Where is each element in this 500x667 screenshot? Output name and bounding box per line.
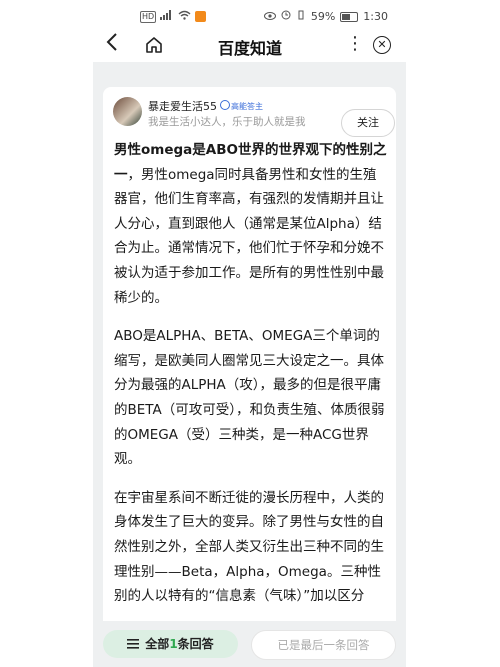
answer-count: 1	[169, 637, 178, 651]
all-answers-prefix: 全部	[145, 637, 170, 651]
wifi-icon	[178, 10, 191, 23]
all-answers-button[interactable]: 全部1条回答	[103, 630, 238, 658]
expert-badge: 高能答主	[220, 100, 263, 112]
answer-body: 男性omega是ABO世界的世界观下的性别之一，男性omega同时具备男性和女性…	[114, 138, 389, 623]
hd-icon: HD	[140, 10, 157, 23]
badge-text: 高能答主	[231, 102, 263, 111]
clock: 1:30	[363, 10, 388, 23]
paragraph-1: 男性omega是ABO世界的世界观下的性别之一，男性omega同时具备男性和女性…	[114, 138, 389, 310]
author-name[interactable]: 暴走爱生活55 高能答主	[148, 98, 263, 114]
avatar[interactable]	[113, 97, 142, 126]
follow-button[interactable]: 关注	[341, 109, 395, 137]
close-icon[interactable]: ✕	[373, 36, 391, 54]
author-description: 我是生活小达人，乐于助人就是我	[148, 116, 306, 128]
status-bar: HD 59% 1:30	[0, 0, 500, 34]
paragraph-3: 在宇宙星系间不断迁徙的漫长历程中，人类的身体发生了巨大的变异。除了男性与女性的自…	[114, 489, 384, 605]
signal-icon	[160, 10, 174, 23]
status-left-icons: HD	[140, 10, 207, 23]
vibrate-icon	[296, 10, 306, 23]
paragraph-1-text: ，男性omega同时具备男性和女性的生殖器官，他们生育率高，有强烈的发情期并且让…	[114, 166, 384, 306]
answer-card: 暴走爱生活55 高能答主 我是生活小达人，乐于助人就是我 关注 男性omega是A…	[103, 87, 396, 647]
eye-icon	[263, 10, 276, 23]
nav-bar: 百度知道 ⋮ ✕	[0, 30, 500, 62]
more-icon[interactable]: ⋮	[346, 33, 364, 54]
author-name-text: 暴走爱生活55	[148, 100, 217, 113]
alarm-icon	[281, 10, 291, 23]
status-right: 59% 1:30	[263, 10, 388, 23]
bottom-bar: 全部1条回答 已是最后一条回答	[93, 621, 406, 667]
battery-percent: 59%	[310, 10, 336, 23]
badge-icon	[220, 100, 230, 110]
last-answer-button[interactable]: 已是最后一条回答	[251, 630, 396, 660]
paragraph-2: ABO是ALPHA、BETA、OMEGA三个单词的缩写，是欧美同人圈常见三大设定…	[114, 328, 385, 468]
page-title: 百度知道	[217, 39, 282, 58]
app-notification-icon	[195, 11, 207, 22]
all-answers-suffix: 条回答	[177, 637, 214, 651]
list-icon	[127, 631, 140, 659]
battery-icon	[340, 11, 359, 22]
author-row: 暴走爱生活55 高能答主 我是生活小达人，乐于助人就是我 关注	[113, 97, 395, 137]
